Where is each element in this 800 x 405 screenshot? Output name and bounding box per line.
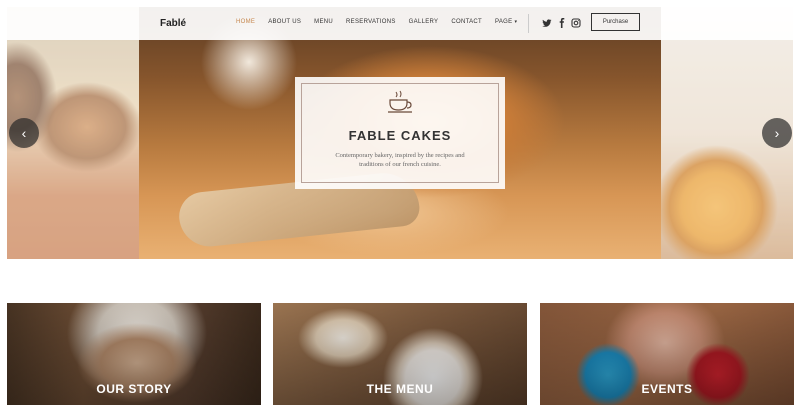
chevron-right-icon: › (774, 125, 780, 141)
menu-item-page[interactable]: PAGE ▾ (495, 19, 517, 25)
tile-label: OUR STORY (96, 382, 172, 396)
tile-the-menu[interactable]: THE MENU (273, 303, 527, 405)
chevron-down-icon: ▾ (514, 19, 518, 25)
facebook-icon[interactable] (557, 18, 567, 28)
menu-item-gallery[interactable]: GALLERY (409, 19, 439, 25)
instagram-icon[interactable] (571, 18, 581, 28)
menu-item-about-us[interactable]: ABOUT US (268, 19, 301, 25)
purchase-button[interactable]: Purchase (591, 13, 640, 31)
top-navbar: Fablé HOME ABOUT US MENU RESERVATIONS GA… (7, 7, 793, 40)
menu-item-home[interactable]: HOME (236, 19, 255, 25)
tile-events[interactable]: EVENTS (540, 303, 794, 405)
menu-item-menu[interactable]: MENU (314, 19, 333, 25)
slider-prev-button[interactable]: ‹ (9, 118, 39, 148)
main-menu: HOME ABOUT US MENU RESERVATIONS GALLERY … (236, 19, 530, 25)
nav-divider (528, 14, 529, 33)
tile-our-story[interactable]: OUR STORY (7, 303, 261, 405)
menu-item-contact[interactable]: CONTACT (451, 19, 482, 25)
slider-next-button[interactable]: › (762, 118, 792, 148)
hero-text: Contemporary bakery, inspired by the rec… (335, 152, 465, 168)
tile-label: THE MENU (366, 382, 434, 396)
logo[interactable]: Fablé (160, 18, 186, 29)
tile-label: EVENTS (641, 382, 693, 396)
menu-item-reservations[interactable]: RESERVATIONS (346, 19, 396, 25)
hero-caption: FABLE CAKES Contemporary bakery, inspire… (295, 77, 505, 189)
menu-item-page-label: PAGE (495, 19, 513, 25)
twitter-icon[interactable] (542, 18, 552, 28)
hero-slider: ‹ › FABLE CAKES Contemporary bakery, ins… (7, 7, 793, 259)
chevron-left-icon: ‹ (21, 125, 27, 141)
coffee-cup-icon (388, 90, 412, 113)
hero-title: FABLE CAKES (348, 128, 452, 143)
